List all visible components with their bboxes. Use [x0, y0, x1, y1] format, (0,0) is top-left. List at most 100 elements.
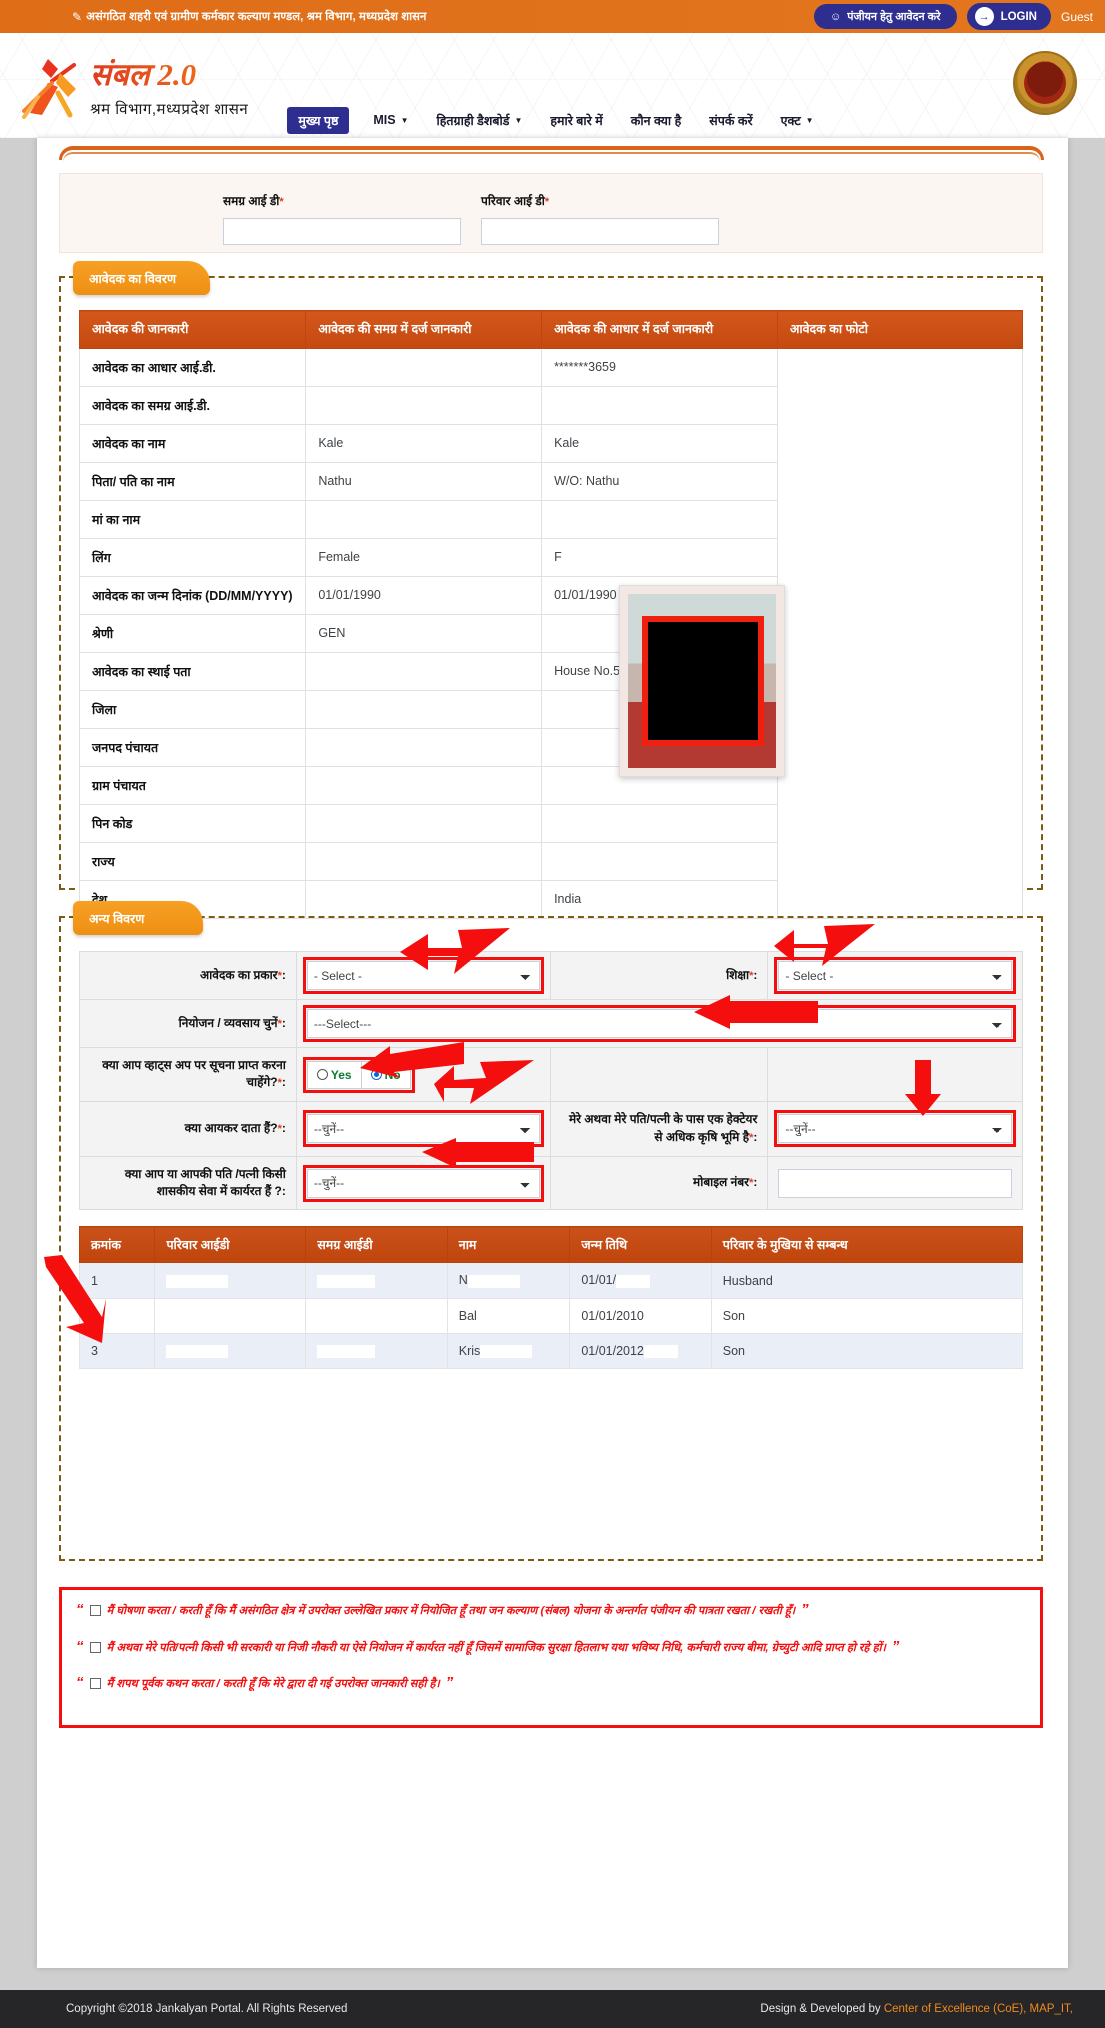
annotation-arrow-agri-land	[905, 1060, 941, 1118]
nav-item-home[interactable]: मुख्य पृष्ठ	[287, 106, 350, 134]
form-row-type-education: आवेदक का प्रकार*: - Select - शिक्षा*: - …	[79, 951, 1023, 1000]
row-label: पिता/ पति का नाम	[78, 461, 307, 501]
nav-item-who-is-who[interactable]: कौन क्या है	[627, 110, 686, 131]
table-header-row: आवेदक की जानकारी आवेदक की समग्र में दर्ज…	[78, 310, 1024, 349]
row-samagra-value	[305, 689, 543, 729]
family-samagra-id	[305, 1262, 448, 1299]
row-aadhaar-value: *******3659	[541, 347, 778, 387]
declaration-checkbox-1[interactable]	[89, 1605, 101, 1616]
applicant-details-table: आवेदक की जानकारी आवेदक की समग्र में दर्ज…	[78, 310, 1024, 919]
nav-item-who-is-who-label: कौन क्या है	[630, 113, 682, 128]
row-samagra-value	[305, 727, 543, 767]
annotation-arrow-govt-service	[418, 1138, 536, 1168]
site-footer: Copyright ©2018 Jankalyan Portal. All Ri…	[0, 1990, 1105, 2028]
redacted-value	[317, 1309, 376, 1323]
samagra-id-label-text: समग्र आई डी	[223, 194, 280, 208]
top-utility-bar: ✎ असंगठित शहरी एवं ग्रामीण कर्मकार कल्या…	[0, 0, 1105, 33]
whatsapp-label: क्या आप व्हाट्स अप पर सूचना प्राप्त करना…	[79, 1046, 297, 1103]
declaration-checkbox-2[interactable]	[89, 1641, 101, 1653]
occupation-label-text: नियोजन / व्यवसाय चुनें	[178, 1015, 278, 1030]
nav-item-beneficiary-dashboard[interactable]: हितग्राही डैशबोर्ड ▼	[433, 110, 527, 131]
parivar-id-input[interactable]	[481, 218, 719, 245]
applicant-photo-image	[628, 594, 776, 768]
row-samagra-value: 01/01/1990	[305, 575, 543, 615]
chevron-down-icon: ▼	[805, 115, 814, 125]
required-asterisk: *	[277, 969, 282, 982]
col-applicant-photo: आवेदक का फोटो	[776, 310, 1024, 349]
col-relation: परिवार के मुखिया से सम्बन्ध	[710, 1226, 1024, 1264]
declaration-box: “ मैं घोषणा करता / करती हूँ कि मैं असंगठ…	[59, 1587, 1043, 1728]
occupation-select[interactable]: ---Select---	[302, 1005, 1017, 1042]
annotation-arrow-income-tax	[430, 1058, 538, 1114]
nav-item-about-us[interactable]: हमारे बारे में	[546, 110, 606, 131]
department-title: असंगठित शहरी एवं ग्रामीण कर्मकार कल्याण …	[86, 11, 427, 23]
annotation-arrow-declarations	[40, 1255, 106, 1347]
row-label: ग्राम पंचायत	[78, 765, 307, 805]
row-label: श्रेणी	[78, 613, 307, 653]
form-row-incometax-land: क्या आयकर दाता हैं?*: --चुनें-- मेरे अथव…	[79, 1101, 1023, 1157]
row-samagra-value	[305, 765, 543, 805]
samagra-id-input[interactable]	[223, 218, 461, 245]
govt-service-select[interactable]: --चुनें--	[302, 1164, 545, 1202]
income-tax-label-text: क्या आयकर दाता हैं?	[184, 1121, 278, 1136]
login-button[interactable]: → LOGIN	[966, 3, 1051, 30]
parivar-id-field: परिवार आई डी*	[481, 192, 719, 245]
nav-item-about-us-label: हमारे बारे में	[550, 113, 603, 128]
applicant-type-label: आवेदक का प्रकार*:	[79, 951, 297, 1000]
login-arrow-icon: →	[974, 7, 994, 26]
family-id	[154, 1297, 307, 1334]
chevron-down-icon: ▼	[400, 115, 409, 125]
family-dob: 01/01/2012	[569, 1332, 712, 1370]
register-button[interactable]: ☺ पंजीयन हेतु आवेदन करे	[814, 4, 957, 29]
col-name: नाम	[446, 1226, 571, 1264]
family-relation: Son	[710, 1332, 1024, 1370]
family-name: Bal	[446, 1297, 571, 1334]
top-bar-actions: ☺ पंजीयन हेतु आवेदन करे → LOGIN Guest	[814, 0, 1093, 33]
nav-item-home-label: मुख्य पृष्ठ	[298, 113, 339, 128]
parivar-id-label: परिवार आई डी*	[481, 192, 719, 209]
other-details-section-title: अन्य विवरण	[73, 901, 203, 935]
row-samagra-value	[305, 385, 543, 425]
annotation-arrow-occupation	[690, 995, 820, 1029]
row-samagra-value	[305, 803, 543, 843]
family-table-header-row: क्रमांक परिवार आईडी समग्र आईडी नाम जन्म …	[78, 1226, 1024, 1264]
declaration-item-1: “ मैं घोषणा करता / करती हूँ कि मैं असंगठ…	[76, 1602, 1026, 1621]
redacted-value	[616, 1274, 651, 1288]
form-row-occupation: नियोजन / व्यवसाय चुनें*: ---Select---	[79, 999, 1024, 1048]
row-samagra-value: Female	[305, 537, 543, 577]
declaration-item-3: “ मैं शपथ पूर्वक कथन करता / करती हूँ कि …	[76, 1675, 1026, 1694]
family-relation: Son	[710, 1297, 1024, 1334]
row-label: लिंग	[78, 537, 307, 577]
row-label: पिन कोड	[78, 803, 307, 843]
agri-land-select[interactable]: --चुनें--	[774, 1110, 1016, 1148]
education-label: शिक्षा*:	[550, 951, 769, 1000]
declaration-checkbox-3[interactable]	[89, 1678, 101, 1690]
nav-item-act[interactable]: एक्ट ▼	[777, 110, 818, 131]
redacted-value	[467, 1274, 520, 1288]
row-aadhaar-value	[541, 841, 778, 881]
whatsapp-yes-option[interactable]: Yes	[308, 1062, 361, 1088]
footer-credits-prefix: Design & Developed by	[760, 2003, 884, 2015]
close-quote-icon: ”	[445, 1674, 454, 1692]
applicant-type-label-text: आवेदक का प्रकार	[200, 967, 278, 982]
col-samagra-info: आवेदक की समग्र में दर्ज जानकारी	[305, 310, 543, 349]
chevron-down-icon: ▼	[514, 115, 523, 125]
nav-item-mis[interactable]: MIS ▼	[369, 111, 412, 129]
pencil-icon: ✎	[72, 9, 83, 24]
redacted-value	[643, 1345, 678, 1359]
mobile-number-input[interactable]	[778, 1168, 1012, 1198]
row-samagra-value	[305, 651, 543, 691]
footer-credits-link[interactable]: Center of Excellence (CoE), MAP_IT,	[884, 2003, 1073, 2015]
required-asterisk: *	[544, 196, 550, 208]
whatsapp-yes-label: Yes	[330, 1067, 352, 1082]
parivar-id-label-text: परिवार आई डी	[481, 194, 545, 208]
col-family-id: परिवार आईडी	[154, 1226, 307, 1264]
open-quote-icon: “	[76, 1674, 84, 1692]
guest-label: Guest	[1060, 9, 1093, 24]
govt-service-label-text: क्या आप या आपकी पति /पत्नी किसी शासकीय स…	[124, 1166, 286, 1199]
whatsapp-empty-cell-label	[550, 1046, 769, 1103]
nav-item-contact-us[interactable]: संपर्क करें	[705, 110, 756, 131]
required-asterisk: *	[749, 1131, 754, 1144]
whatsapp-label-text: क्या आप व्हाट्स अप पर सूचना प्राप्त करना…	[102, 1058, 286, 1090]
row-label: आवेदक का स्थाई पता	[78, 651, 307, 691]
